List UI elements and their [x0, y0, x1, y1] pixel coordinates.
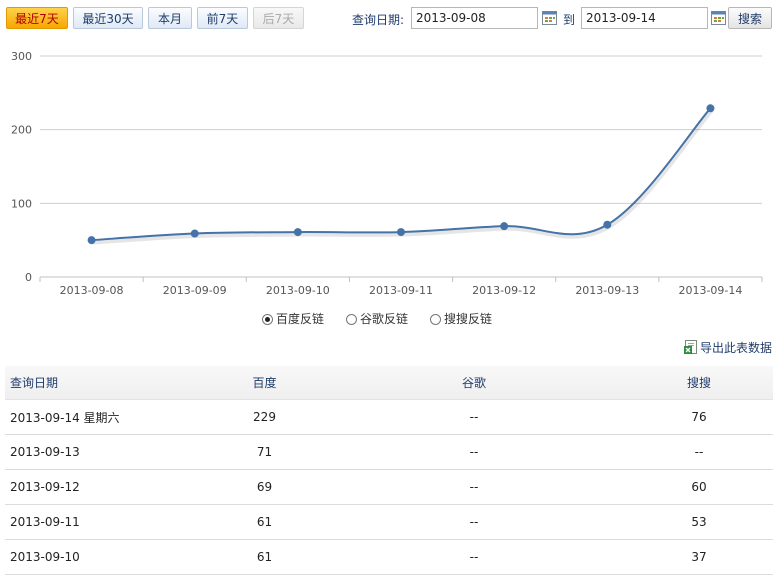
cell-soso: --: [625, 434, 773, 470]
radio-icon[interactable]: [430, 314, 441, 325]
last-30-days-button[interactable]: 最近30天: [73, 7, 143, 29]
start-date-input[interactable]: [411, 7, 538, 29]
x-tick-label: 2013-09-12: [472, 284, 536, 297]
cell-baidu: 71: [206, 434, 323, 470]
this-month-button[interactable]: 本月: [148, 7, 192, 29]
table-row: 2013-09-12 69 -- 60: [5, 469, 773, 505]
col-header-google: 谷歌: [323, 366, 625, 400]
excel-export-icon: [683, 340, 697, 354]
y-tick-label: 0: [25, 271, 32, 284]
x-tick-label: 2013-09-10: [266, 284, 330, 297]
data-point: [500, 222, 509, 231]
y-tick-label: 100: [11, 197, 32, 210]
chart-legend: 百度反链 谷歌反链 搜搜反链: [0, 310, 775, 328]
col-header-soso: 搜搜: [625, 366, 773, 400]
legend-label: 谷歌反链: [360, 312, 409, 326]
legend-soso-backlinks[interactable]: 搜搜反链: [430, 310, 492, 328]
cell-baidu: 229: [206, 399, 323, 435]
legend-label: 搜搜反链: [444, 312, 493, 326]
calendar-icon[interactable]: [542, 11, 557, 25]
data-point: [87, 236, 96, 245]
export-table-link[interactable]: 导出此表数据: [683, 340, 772, 356]
toolbar: 最近7天 最近30天 本月 前7天 后7天 查询日期: 到 搜索: [6, 7, 772, 31]
data-point: [706, 104, 715, 113]
cell-soso: 37: [625, 539, 773, 575]
export-label: 导出此表数据: [699, 341, 772, 355]
query-date-label: 查询日期:: [352, 13, 405, 27]
cell-soso: 60: [625, 469, 773, 505]
cell-date: 2013-09-14 星期六: [5, 399, 206, 435]
cell-baidu: 61: [206, 539, 323, 575]
x-tick-label: 2013-09-14: [678, 284, 742, 297]
x-tick-label: 2013-09-09: [163, 284, 227, 297]
cell-soso: 53: [625, 504, 773, 540]
line-chart: 0 100 200 300 2013-09-08 2013-09-09 2013-09-10…: [11, 50, 763, 297]
table-row: 2013-09-10 61 -- 37: [5, 539, 773, 575]
x-tick-label: 2013-09-11: [369, 284, 433, 297]
cell-google: --: [323, 539, 625, 575]
data-point: [293, 228, 302, 237]
table-row: 2013-09-13 71 -- --: [5, 434, 773, 470]
search-button[interactable]: 搜索: [728, 7, 772, 29]
col-header-date: 查询日期: [5, 366, 206, 400]
data-point: [190, 229, 199, 238]
table-header-row: 查询日期 百度 谷歌 搜搜: [5, 366, 773, 400]
next-7-days-button[interactable]: 后7天: [253, 7, 304, 29]
legend-baidu-backlinks[interactable]: 百度反链: [262, 310, 324, 328]
x-tick-label: 2013-09-08: [60, 284, 124, 297]
cell-date: 2013-09-13: [5, 434, 206, 470]
end-date-input[interactable]: [581, 7, 708, 29]
col-header-baidu: 百度: [206, 366, 323, 400]
legend-google-backlinks[interactable]: 谷歌反链: [346, 310, 408, 328]
cell-date: 2013-09-10: [5, 539, 206, 575]
calendar-icon[interactable]: [711, 11, 726, 25]
y-tick-label: 300: [11, 50, 32, 63]
cell-google: --: [323, 469, 625, 505]
data-point: [603, 220, 612, 229]
cell-soso: 76: [625, 399, 773, 435]
table-row: 2013-09-14 星期六 229 -- 76: [5, 399, 773, 435]
cell-google: --: [323, 504, 625, 540]
radio-selected-icon[interactable]: [262, 314, 273, 325]
table-row: 2013-09-11 61 -- 53: [5, 504, 773, 540]
cell-date: 2013-09-12: [5, 469, 206, 505]
y-tick-label: 200: [11, 124, 32, 137]
to-label: 到: [563, 13, 576, 27]
cell-baidu: 69: [206, 469, 323, 505]
x-tick-label: 2013-09-13: [575, 284, 639, 297]
last-7-days-button[interactable]: 最近7天: [6, 7, 68, 29]
cell-google: --: [323, 399, 625, 435]
cell-google: --: [323, 434, 625, 470]
legend-label: 百度反链: [276, 312, 325, 326]
previous-7-days-button[interactable]: 前7天: [197, 7, 248, 29]
cell-date: 2013-09-11: [5, 504, 206, 540]
cell-baidu: 61: [206, 504, 323, 540]
data-point: [397, 228, 405, 237]
data-table: 查询日期 百度 谷歌 搜搜 2013-09-14 星期六 229 -- 76 2…: [5, 366, 773, 575]
radio-icon[interactable]: [346, 314, 357, 325]
